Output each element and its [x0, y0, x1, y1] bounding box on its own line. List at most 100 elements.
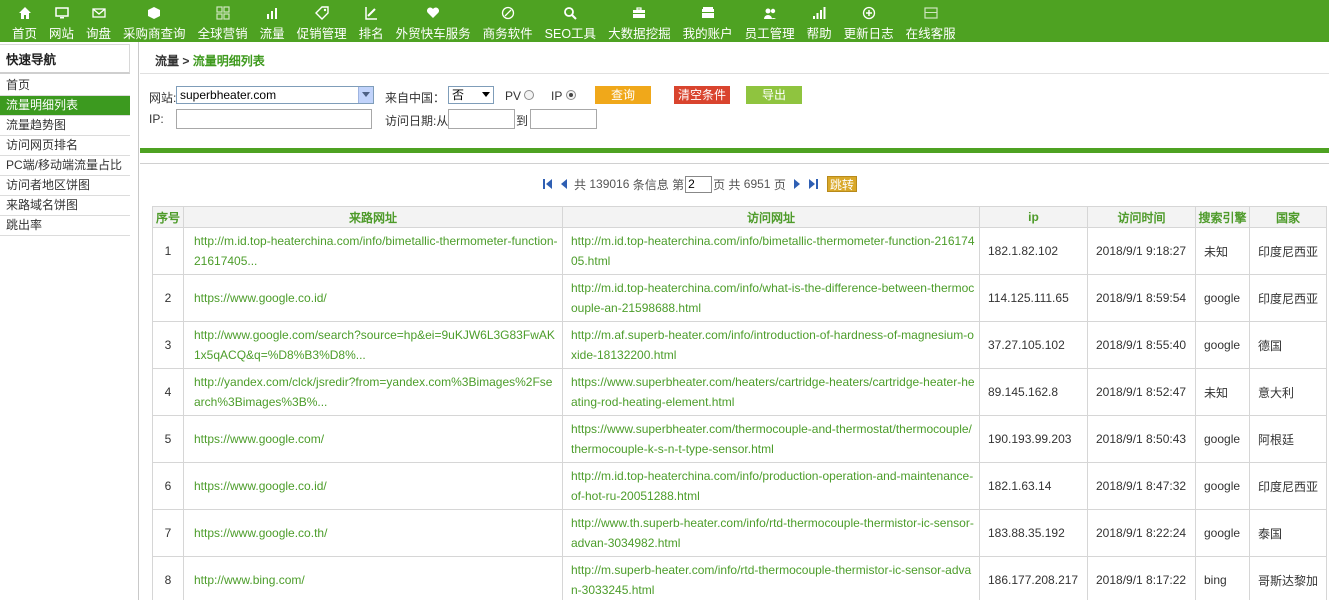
sidebar-item-2[interactable]: 流量趋势图: [0, 116, 130, 136]
nav-item-9[interactable]: 商务软件: [477, 0, 539, 42]
sidebar-item-4[interactable]: PC端/移动端流量占比: [0, 156, 130, 176]
export-button[interactable]: 导出: [746, 86, 802, 104]
referrer-url[interactable]: https://www.google.co.th/: [183, 509, 563, 557]
nav-label: 在线客服: [905, 27, 956, 41]
nav-item-10[interactable]: SEO工具: [539, 0, 602, 42]
breadcrumb-current: 流量明细列表: [192, 54, 265, 68]
table-row: 3 http://www.google.com/search?source=hp&…: [152, 321, 1327, 369]
ip-mode-label: IP: [551, 89, 563, 103]
pager-total-prefix: 共: [574, 177, 587, 192]
column-header-6: 国家: [1249, 206, 1327, 228]
visited-url[interactable]: http://m.superb-heater.com/info/rtd-ther…: [562, 556, 980, 600]
site-label: 网站:: [149, 91, 177, 105]
sidebar-item-6[interactable]: 来路域名饼图: [0, 196, 130, 216]
nav-label: 促销管理: [296, 27, 347, 41]
nav-item-11[interactable]: 大数据挖掘: [602, 0, 677, 42]
from-china-select-value: 否: [452, 88, 465, 102]
nav-item-3[interactable]: 采购商查询: [117, 0, 192, 42]
last-page-icon[interactable]: [807, 178, 819, 190]
clear-conditions-button[interactable]: 清空条件: [674, 86, 730, 104]
nav-item-6[interactable]: 促销管理: [291, 0, 353, 42]
referrer-url[interactable]: http://m.id.top-heaterchina.com/info/bim…: [183, 227, 563, 275]
nav-item-14[interactable]: 帮助: [801, 0, 838, 42]
nav-item-5[interactable]: 流量: [254, 0, 291, 42]
column-header-0: 序号: [152, 206, 184, 228]
nav-item-8[interactable]: 外贸快车服务: [390, 0, 477, 42]
country: 印度尼西亚: [1249, 462, 1327, 510]
nav-item-16[interactable]: 在线客服: [900, 0, 962, 42]
nav-item-2[interactable]: 询盘: [80, 0, 117, 42]
ip-address: 89.145.162.8: [979, 368, 1088, 416]
nav-label: 帮助: [806, 27, 832, 41]
country: 印度尼西亚: [1249, 274, 1327, 322]
page-number-input[interactable]: 2: [685, 175, 713, 193]
nav-item-13[interactable]: 员工管理: [739, 0, 801, 42]
visited-url[interactable]: https://www.superbheater.com/thermocoupl…: [562, 415, 980, 463]
row-number: 6: [152, 462, 184, 510]
nav-item-7[interactable]: 排名: [353, 0, 390, 42]
site-select-value: superbheater.com: [180, 88, 277, 102]
first-page-icon[interactable]: [542, 178, 554, 190]
from-china-select[interactable]: 否: [448, 86, 494, 104]
edit-chart-icon: [362, 4, 380, 22]
nav-item-0[interactable]: 首页: [6, 0, 43, 42]
breadcrumb-root[interactable]: 流量: [155, 54, 179, 68]
nav-label: 大数据挖掘: [608, 27, 671, 41]
referrer-url[interactable]: http://www.bing.com/: [183, 556, 563, 600]
visited-url[interactable]: http://m.af.superb-heater.com/info/intro…: [562, 321, 980, 369]
nav-item-15[interactable]: 更新日志: [838, 0, 900, 42]
visited-url[interactable]: http://m.id.top-heaterchina.com/info/bim…: [562, 227, 980, 275]
visited-url[interactable]: http://m.id.top-heaterchina.com/info/wha…: [562, 274, 980, 322]
breadcrumb: 流量 > 流量明细列表: [140, 42, 1329, 74]
nav-label: 全球营销: [197, 27, 248, 41]
visit-time: 2018/9/1 8:47:32: [1087, 462, 1196, 510]
plus-circle-icon: [860, 4, 878, 22]
sidebar-item-0[interactable]: 首页: [0, 76, 130, 96]
nav-item-12[interactable]: 我的账户: [677, 0, 739, 42]
divider-bar: [140, 148, 1329, 153]
referrer-url[interactable]: http://www.google.com/search?source=hp&e…: [183, 321, 563, 369]
query-button[interactable]: 查询: [595, 86, 651, 104]
ip-input[interactable]: [176, 109, 372, 129]
sidebar-item-5[interactable]: 访问者地区饼图: [0, 176, 130, 196]
visit-time: 2018/9/1 8:17:22: [1087, 556, 1196, 600]
referrer-url[interactable]: http://yandex.com/clck/jsredir?from=yand…: [183, 368, 563, 416]
row-number: 8: [152, 556, 184, 600]
country: 泰国: [1249, 509, 1327, 557]
briefcase-icon: [630, 4, 648, 22]
visited-url[interactable]: http://m.id.top-heaterchina.com/info/pro…: [562, 462, 980, 510]
nav-label: 排名: [358, 27, 384, 41]
referrer-url[interactable]: https://www.google.co.id/: [183, 274, 563, 322]
date-from-input[interactable]: [448, 109, 515, 129]
column-header-1: 来路网址: [183, 206, 563, 228]
row-number: 2: [152, 274, 184, 322]
filter-panel: 网站: superbheater.com 来自中国： 否 PV IP 查询 清空…: [140, 74, 1329, 148]
visited-url[interactable]: https://www.superbheater.com/heaters/car…: [562, 368, 980, 416]
nav-item-1[interactable]: 网站: [43, 0, 80, 42]
referrer-url[interactable]: https://www.google.com/: [183, 415, 563, 463]
sidebar-title: 快速导航: [0, 44, 130, 74]
table-row: 2 https://www.google.co.id/http://m.id.to…: [152, 274, 1327, 322]
sidebar-item-7[interactable]: 跳出率: [0, 216, 130, 236]
visited-url[interactable]: http://www.th.superb-heater.com/info/rtd…: [562, 509, 980, 557]
pager-total-pages: 6951: [743, 177, 771, 191]
visit-time: 2018/9/1 8:55:40: [1087, 321, 1196, 369]
home-icon: [16, 4, 34, 22]
date-to-input[interactable]: [530, 109, 597, 129]
pv-radio[interactable]: [524, 90, 534, 100]
referrer-url[interactable]: https://www.google.co.id/: [183, 462, 563, 510]
jump-button[interactable]: 跳转: [826, 176, 857, 192]
search-engine: bing: [1195, 556, 1250, 600]
next-page-icon[interactable]: [791, 178, 803, 190]
visit-time: 2018/9/1 8:22:24: [1087, 509, 1196, 557]
sidebar-item-1[interactable]: 流量明细列表: [0, 96, 130, 116]
nav-item-4[interactable]: 全球营销: [192, 0, 254, 42]
site-select[interactable]: superbheater.com: [176, 86, 374, 104]
nav-label: 网站: [49, 27, 75, 41]
country: 阿根廷: [1249, 415, 1327, 463]
ip-field-label: IP:: [149, 112, 164, 126]
sidebar-item-3[interactable]: 访问网页排名: [0, 136, 130, 156]
nav-label: 询盘: [86, 27, 112, 41]
prev-page-icon[interactable]: [558, 178, 570, 190]
ip-radio[interactable]: [566, 90, 576, 100]
